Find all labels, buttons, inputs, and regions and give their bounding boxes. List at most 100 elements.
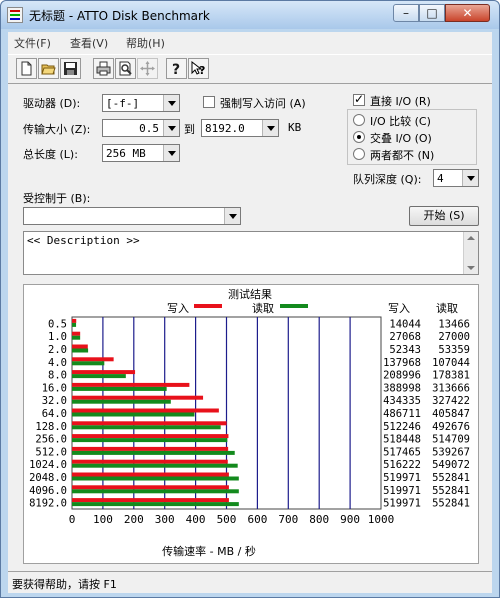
y-tick-label: 4.0 (48, 357, 67, 369)
neither-radio[interactable] (353, 148, 365, 160)
legend-write-label: 写入 (167, 302, 189, 315)
total-length-select[interactable]: 256 MB (102, 144, 180, 162)
svg-text:?: ? (172, 62, 180, 76)
y-tick-label: 8.0 (48, 370, 67, 382)
y-tick-label: 128.0 (35, 421, 67, 433)
queue-depth-select[interactable]: 4 (433, 169, 479, 187)
help-icon[interactable]: ? (166, 58, 187, 79)
read-value-label: 53359 (438, 344, 470, 356)
start-button[interactable]: 开始 (S) (409, 206, 479, 226)
chevron-down-icon[interactable] (262, 120, 278, 136)
x-tick-label: 500 (217, 513, 237, 526)
write-bar (72, 357, 114, 362)
read-bar (72, 450, 235, 455)
chevron-down-icon[interactable] (163, 120, 179, 136)
y-tick-label: 8192.0 (29, 498, 67, 510)
y-tick-label: 0.5 (48, 318, 67, 330)
chevron-down-icon[interactable] (163, 95, 179, 111)
y-tick-label: 64.0 (42, 408, 67, 420)
overlapped-io-label: 交叠 I/O (O) (370, 132, 432, 145)
read-value-label: 552841 (432, 498, 470, 510)
chevron-down-icon[interactable] (462, 170, 478, 186)
chevron-down-icon[interactable] (224, 208, 240, 224)
results-chart: 测试结果 写入 读取 写入 读取 传输速率 - MB / 秒 0 100 200 30… (29, 288, 470, 558)
controlled-by-label: 受控制于 (B): (23, 192, 91, 205)
direct-io-checkbox[interactable] (353, 92, 365, 106)
write-value-label: 208996 (383, 370, 421, 382)
write-value-label: 519971 (383, 472, 421, 484)
write-value-label: 137968 (383, 357, 421, 369)
read-value-label: 327422 (432, 395, 470, 407)
maximize-button[interactable]: □ (419, 4, 445, 22)
force-write-checkbox[interactable] (203, 96, 215, 108)
overlapped-io-radio[interactable] (353, 131, 365, 143)
print-icon[interactable] (93, 58, 114, 79)
write-value-label: 486711 (383, 408, 421, 420)
read-value-label: 405847 (432, 408, 470, 420)
save-icon[interactable] (60, 58, 81, 79)
write-bar (72, 331, 81, 336)
drive-select[interactable]: [-f-] (102, 94, 180, 112)
y-tick-label: 256.0 (35, 434, 67, 446)
transfer-to-select[interactable]: 8192.0 (201, 119, 279, 137)
menu-help[interactable]: 帮助(H) (126, 35, 165, 51)
menu-view[interactable]: 查看(V) (70, 35, 108, 51)
context-help-icon[interactable]: ? (188, 58, 209, 79)
y-tick-label: 32.0 (42, 395, 67, 407)
read-value-label: 552841 (432, 472, 470, 484)
new-icon[interactable] (16, 58, 37, 79)
write-bar (72, 344, 88, 349)
read-value-label: 549072 (432, 459, 470, 471)
move-icon[interactable] (137, 58, 158, 79)
write-value-label: 519971 (383, 485, 421, 497)
chevron-down-icon[interactable] (163, 145, 179, 161)
queue-depth-value: 4 (437, 172, 444, 185)
print-preview-icon[interactable] (115, 58, 136, 79)
y-tick-label: 2048.0 (29, 472, 67, 484)
write-value-label: 519971 (383, 498, 421, 510)
menu-file[interactable]: 文件(F) (14, 35, 51, 51)
transfer-from-select[interactable]: 0.5 (102, 119, 180, 137)
read-bar (72, 335, 81, 340)
read-value-label: 552841 (432, 485, 470, 497)
description-scrollbar[interactable] (463, 232, 478, 274)
legend-read-label: 读取 (252, 301, 274, 315)
minimize-button[interactable]: – (393, 4, 419, 22)
write-bar (72, 421, 227, 426)
scroll-down-icon[interactable] (467, 266, 475, 270)
to-label: 到 (184, 123, 195, 136)
controlled-by-select[interactable] (23, 207, 241, 225)
status-text: 要获得帮助，请按 F1 (12, 578, 117, 591)
read-value-label: 13466 (438, 318, 470, 330)
svg-text:?: ? (199, 64, 205, 76)
io-compare-radio[interactable] (353, 114, 365, 126)
window-title: 无标题 - ATTO Disk Benchmark (29, 9, 210, 23)
title-bar[interactable]: 无标题 - ATTO Disk Benchmark – □ ✕ (1, 1, 499, 29)
read-bar (72, 425, 221, 430)
x-tick-label: 100 (93, 513, 113, 526)
scroll-up-icon[interactable] (467, 236, 475, 240)
close-button[interactable]: ✕ (445, 4, 490, 22)
description-field[interactable]: << Description >> (23, 231, 479, 275)
read-bar (72, 438, 228, 443)
read-value-label: 492676 (432, 421, 470, 433)
write-bar (72, 485, 229, 490)
write-bar (72, 459, 228, 464)
x-tick-label: 800 (309, 513, 329, 526)
open-icon[interactable] (38, 58, 59, 79)
y-tick-label: 2.0 (48, 344, 67, 356)
legend-read-swatch (280, 304, 308, 308)
read-bar (72, 361, 105, 366)
write-bar (72, 498, 229, 503)
write-value-label: 512246 (383, 421, 421, 433)
write-value-label: 517465 (383, 446, 421, 458)
io-compare-label: I/O 比较 (C) (370, 115, 431, 128)
read-value-label: 178381 (432, 370, 470, 382)
y-tick-label: 512.0 (35, 446, 67, 458)
read-bar (72, 399, 171, 404)
write-bar (72, 446, 229, 451)
results-title: 测试结果 (228, 288, 272, 301)
write-value-label: 52343 (389, 344, 421, 356)
x-tick-label: 300 (155, 513, 175, 526)
description-text: << Description >> (27, 234, 140, 247)
